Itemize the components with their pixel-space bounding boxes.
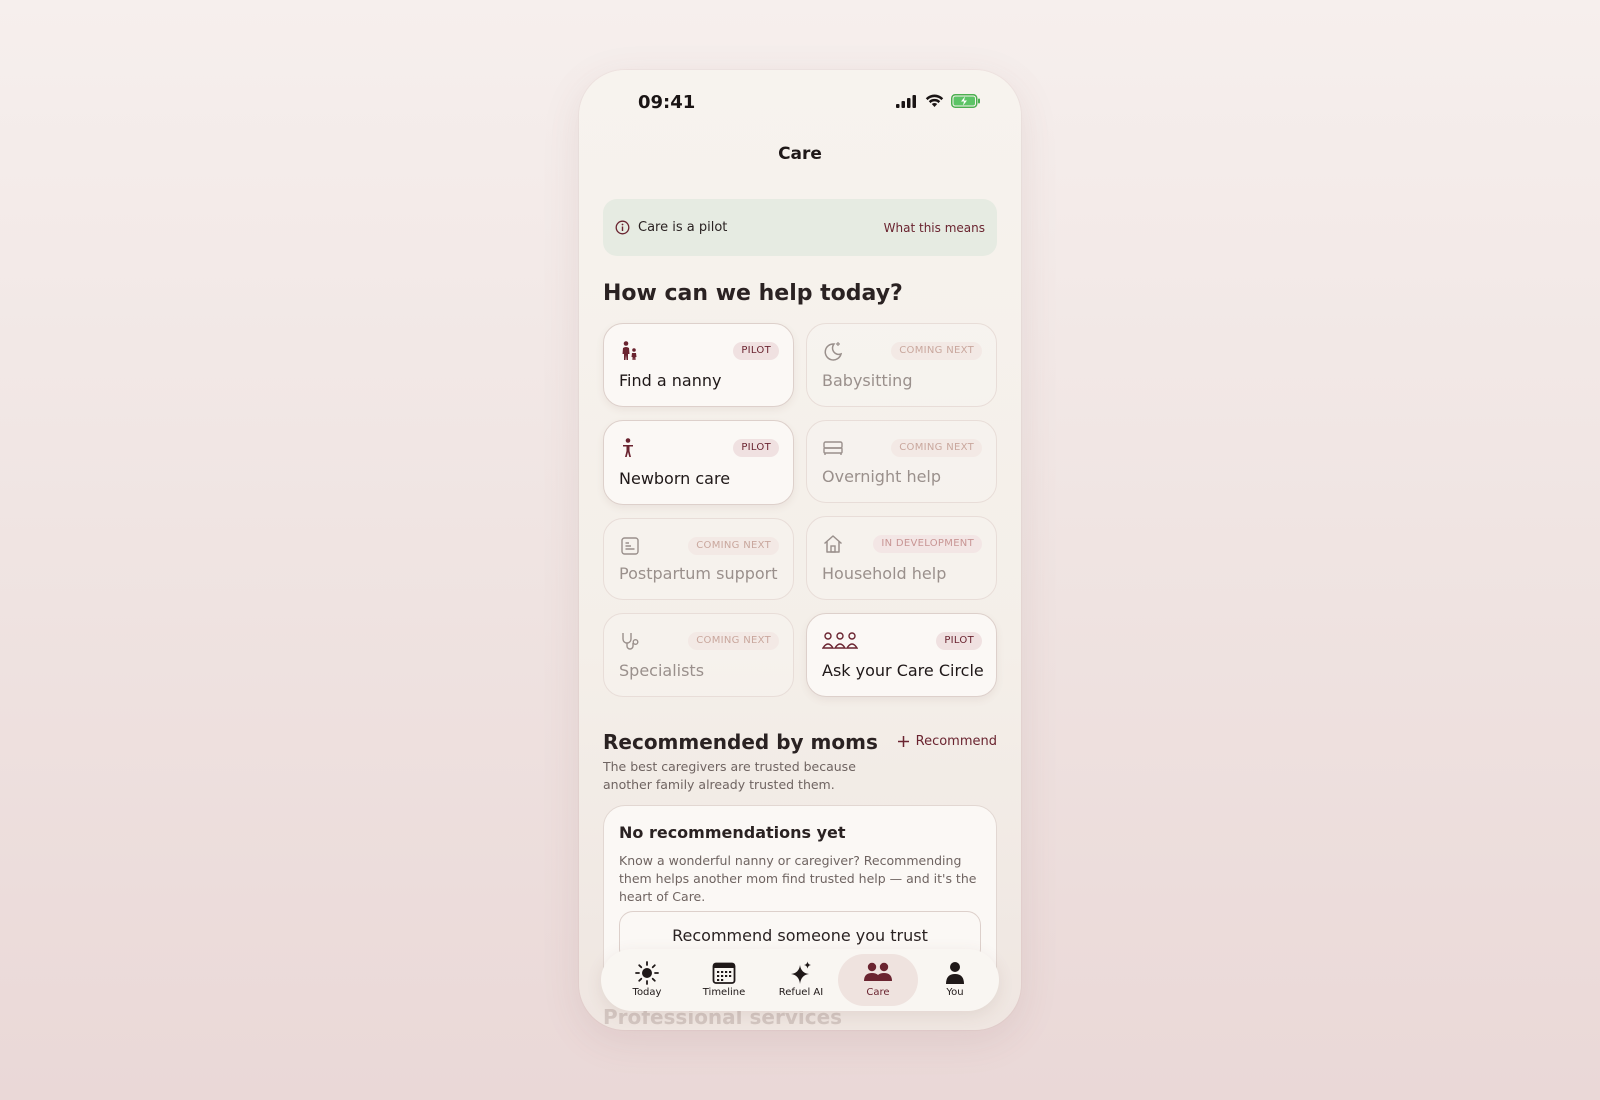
card-label: Postpartum support bbox=[619, 564, 778, 583]
card-label: Find a nanny bbox=[619, 371, 722, 390]
card-postpartum-support[interactable]: COMING NEXT Postpartum support bbox=[603, 518, 794, 600]
recommend-button[interactable]: Recommend bbox=[897, 734, 997, 749]
empty-body: Know a wonderful nanny or caregiver? Rec… bbox=[619, 853, 977, 904]
help-heading: How can we help today? bbox=[603, 281, 903, 306]
sun-icon bbox=[635, 961, 659, 985]
status-badge: PILOT bbox=[936, 632, 982, 650]
people-icon bbox=[864, 962, 892, 981]
card-label: Specialists bbox=[619, 661, 705, 680]
card-household-help[interactable]: IN DEVELOPMENT Household help bbox=[806, 516, 997, 600]
pilot-banner: Care is a pilot What this means bbox=[603, 199, 997, 256]
card-overnight-help[interactable]: COMING NEXT Overnight help bbox=[806, 420, 997, 503]
plus-icon bbox=[897, 736, 909, 747]
status-badge: IN DEVELOPMENT bbox=[873, 535, 982, 553]
card-find-a-nanny[interactable]: PILOT Find a nanny bbox=[603, 323, 794, 407]
status-badge: COMING NEXT bbox=[688, 537, 779, 555]
moon-icon bbox=[824, 342, 843, 361]
tab-label: Timeline bbox=[702, 987, 746, 998]
recommended-heading: Recommended by moms bbox=[603, 730, 878, 754]
group-icon bbox=[822, 632, 858, 649]
card-label: Household help bbox=[822, 564, 947, 583]
newborn-icon bbox=[623, 438, 633, 457]
status-badge: COMING NEXT bbox=[688, 632, 779, 650]
card-label: Ask your Care Circle bbox=[822, 661, 984, 680]
page-title: Care bbox=[778, 144, 822, 164]
status-badge: PILOT bbox=[733, 439, 779, 457]
tab-care[interactable]: Care bbox=[838, 954, 918, 1006]
status-bar: 09:41 bbox=[579, 70, 1021, 134]
tab-today[interactable]: Today bbox=[607, 954, 687, 1006]
card-label: Babysitting bbox=[822, 371, 913, 390]
recommend-label: Recommend bbox=[915, 734, 997, 749]
sparkle-icon bbox=[791, 961, 811, 984]
signal-icon bbox=[896, 94, 916, 108]
phone-screen: 09:41 Care Care is a pilot What this mea… bbox=[579, 70, 1021, 1030]
tab-bar: Today Timeline Refuel AI Care You bbox=[601, 949, 999, 1011]
bed-icon bbox=[823, 441, 843, 455]
card-label: Overnight help bbox=[822, 467, 942, 486]
document-icon bbox=[621, 537, 639, 555]
card-ask-care-circle[interactable]: PILOT Ask your Care Circle bbox=[806, 613, 997, 697]
status-badge: COMING NEXT bbox=[891, 342, 982, 360]
recommended-subtitle: The best caregivers are trusted because … bbox=[603, 759, 856, 792]
tab-label: You bbox=[946, 987, 964, 998]
status-badge: PILOT bbox=[733, 342, 779, 360]
nanny-icon bbox=[622, 341, 637, 360]
card-newborn-care[interactable]: PILOT Newborn care bbox=[603, 420, 794, 505]
card-babysitting[interactable]: COMING NEXT Babysitting bbox=[806, 323, 997, 407]
empty-title: No recommendations yet bbox=[619, 823, 846, 842]
tab-timeline[interactable]: Timeline bbox=[684, 954, 764, 1006]
tab-label: Care bbox=[866, 987, 890, 998]
stethoscope-icon bbox=[622, 633, 639, 650]
tab-label: Refuel AI bbox=[778, 987, 824, 998]
status-icons bbox=[896, 94, 981, 108]
info-icon bbox=[615, 220, 630, 235]
house-icon bbox=[824, 535, 842, 553]
card-specialists[interactable]: COMING NEXT Specialists bbox=[603, 613, 794, 697]
status-time: 09:41 bbox=[638, 92, 696, 113]
battery-icon bbox=[951, 94, 980, 108]
tab-label: Today bbox=[632, 987, 662, 998]
status-badge: COMING NEXT bbox=[891, 439, 982, 457]
wifi-icon bbox=[925, 94, 944, 107]
person-icon bbox=[946, 962, 964, 984]
calendar-icon bbox=[712, 962, 736, 984]
tab-refuel-ai[interactable]: Refuel AI bbox=[761, 954, 841, 1006]
card-label: Newborn care bbox=[619, 469, 731, 488]
what-this-means-link[interactable]: What this means bbox=[884, 221, 985, 235]
banner-text: Care is a pilot bbox=[638, 220, 728, 235]
tab-you[interactable]: You bbox=[915, 954, 995, 1006]
